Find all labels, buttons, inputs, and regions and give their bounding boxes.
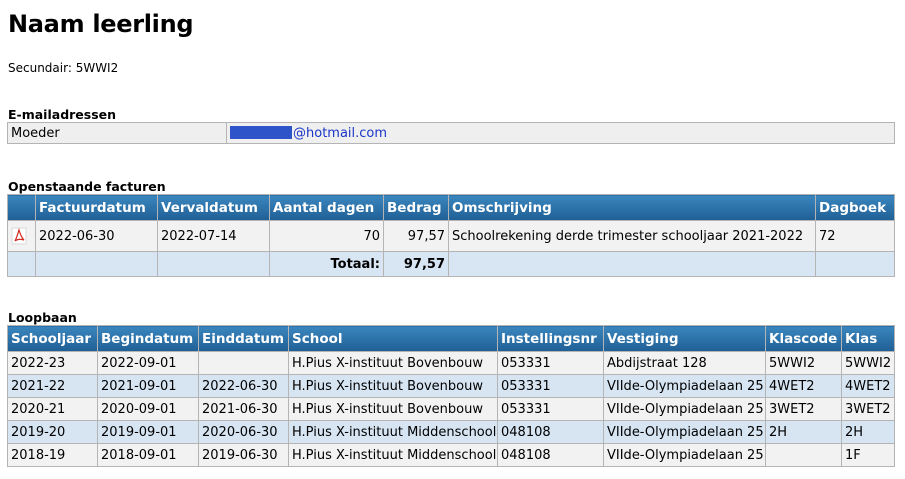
cell-instellingsnr: 053331: [497, 351, 604, 375]
cell-instellingsnr: 048108: [497, 420, 604, 444]
invoices-header-row: Factuurdatum Vervaldatum Aantal dagen Be…: [7, 194, 895, 221]
email-relation: Moeder: [7, 122, 227, 144]
invoice-aantal-dagen: 70: [269, 220, 384, 252]
invoice-row: 2022-06-30 2022-07-14 70 97,57 Schoolrek…: [7, 220, 895, 252]
col-factuurdatum: Factuurdatum: [35, 194, 158, 221]
cell-schooljaar: 2019-20: [7, 420, 98, 444]
cell-klascode: 5WWI2: [765, 351, 842, 375]
career-heading: Loopbaan: [8, 310, 77, 325]
cell-school: H.Pius X-instituut Bovenbouw: [288, 397, 498, 421]
cell-klas: 2H: [841, 420, 895, 444]
cell-schooljaar: 2021-22: [7, 374, 98, 398]
table-row: 2021-22 2021-09-01 2022-06-30 H.Pius X-i…: [7, 374, 895, 398]
table-row: 2019-20 2019-09-01 2020-06-30 H.Pius X-i…: [7, 420, 895, 444]
cell-klas: 1F: [841, 443, 895, 467]
cell-vestiging: VIIde-Olympiadelaan 25: [603, 443, 766, 467]
invoice-omschrijving: Schoolrekening derde trimester schooljaa…: [448, 220, 816, 252]
col-aantal-dagen: Aantal dagen: [269, 194, 384, 221]
secondary-class-label: Secundair: 5WWI2: [8, 61, 119, 75]
table-row: 2022-23 2022-09-01 H.Pius X-instituut Bo…: [7, 351, 895, 375]
cell-einddatum: 2019-06-30: [198, 443, 289, 467]
col-schooljaar: Schooljaar: [7, 325, 98, 352]
cell-einddatum: [198, 351, 289, 375]
col-omschrijving: Omschrijving: [448, 194, 816, 221]
col-begindatum: Begindatum: [97, 325, 199, 352]
total-label: Totaal:: [269, 251, 384, 277]
pdf-cell[interactable]: [7, 220, 36, 252]
col-icon: [7, 194, 36, 221]
cell-klas: 5WWI2: [841, 351, 895, 375]
pdf-icon[interactable]: [11, 227, 27, 245]
total-value: 97,57: [383, 251, 449, 277]
cell-schooljaar: 2018-19: [7, 443, 98, 467]
cell-klascode: 4WET2: [765, 374, 842, 398]
cell-instellingsnr: 053331: [497, 374, 604, 398]
page-title: Naam leerling: [8, 10, 194, 38]
invoice-dagboek: 72: [815, 220, 895, 252]
invoice-total-row: Totaal: 97,57: [7, 251, 895, 277]
col-bedrag: Bedrag: [383, 194, 449, 221]
cell-schooljaar: 2022-23: [7, 351, 98, 375]
cell-begindatum: 2019-09-01: [97, 420, 199, 444]
invoice-vervaldatum: 2022-07-14: [157, 220, 270, 252]
col-klas: Klas: [841, 325, 895, 352]
cell-schooljaar: 2020-21: [7, 397, 98, 421]
email-link[interactable]: @hotmail.com: [293, 126, 387, 141]
cell-vestiging: Abdijstraat 128: [603, 351, 766, 375]
cell-einddatum: 2021-06-30: [198, 397, 289, 421]
cell-einddatum: 2020-06-30: [198, 420, 289, 444]
career-table: Schooljaar Begindatum Einddatum School I…: [7, 325, 895, 467]
invoice-bedrag: 97,57: [383, 220, 449, 252]
email-address-cell: @hotmail.com: [226, 122, 895, 144]
cell-instellingsnr: 053331: [497, 397, 604, 421]
cell-klascode: [765, 443, 842, 467]
cell-school: H.Pius X-instituut Middenschool: [288, 420, 498, 444]
email-row: Moeder @hotmail.com: [7, 122, 895, 144]
cell-klas: 4WET2: [841, 374, 895, 398]
cell-vestiging: VIIde-Olympiadelaan 25: [603, 374, 766, 398]
cell-klascode: 2H: [765, 420, 842, 444]
invoices-table: Factuurdatum Vervaldatum Aantal dagen Be…: [7, 194, 895, 277]
cell-vestiging: VIIde-Olympiadelaan 25: [603, 420, 766, 444]
col-dagboek: Dagboek: [815, 194, 895, 221]
col-instellingsnr: Instellingsnr: [497, 325, 604, 352]
col-vestiging: Vestiging: [603, 325, 766, 352]
cell-instellingsnr: 048108: [497, 443, 604, 467]
cell-school: H.Pius X-instituut Bovenbouw: [288, 374, 498, 398]
cell-klascode: 3WET2: [765, 397, 842, 421]
col-vervaldatum: Vervaldatum: [157, 194, 270, 221]
email-heading: E-mailadressen: [8, 107, 117, 122]
invoices-heading: Openstaande facturen: [8, 179, 166, 194]
email-table: Moeder @hotmail.com: [7, 122, 895, 144]
career-header-row: Schooljaar Begindatum Einddatum School I…: [7, 325, 895, 352]
redacted-block: [230, 125, 292, 139]
cell-school: H.Pius X-instituut Bovenbouw: [288, 351, 498, 375]
cell-vestiging: VIIde-Olympiadelaan 25: [603, 397, 766, 421]
invoice-factuurdatum: 2022-06-30: [35, 220, 158, 252]
table-row: 2018-19 2018-09-01 2019-06-30 H.Pius X-i…: [7, 443, 895, 467]
cell-begindatum: 2020-09-01: [97, 397, 199, 421]
cell-begindatum: 2021-09-01: [97, 374, 199, 398]
col-klascode: Klascode: [765, 325, 842, 352]
cell-begindatum: 2022-09-01: [97, 351, 199, 375]
cell-school: H.Pius X-instituut Middenschool: [288, 443, 498, 467]
col-school: School: [288, 325, 498, 352]
cell-einddatum: 2022-06-30: [198, 374, 289, 398]
cell-klas: 3WET2: [841, 397, 895, 421]
table-row: 2020-21 2020-09-01 2021-06-30 H.Pius X-i…: [7, 397, 895, 421]
cell-begindatum: 2018-09-01: [97, 443, 199, 467]
col-einddatum: Einddatum: [198, 325, 289, 352]
